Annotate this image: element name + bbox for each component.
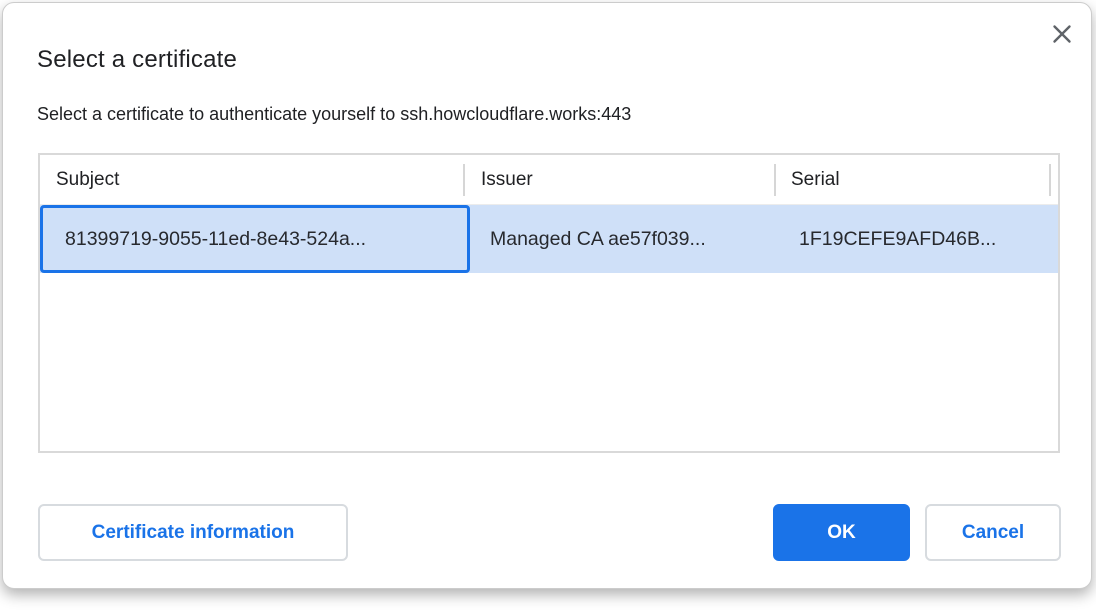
column-header-issuer: Issuer xyxy=(481,155,533,205)
select-certificate-dialog: Select a certificate Select a certificat… xyxy=(2,2,1092,589)
page-title: Select a certificate xyxy=(37,46,237,74)
column-divider xyxy=(1049,164,1051,196)
column-header-subject: Subject xyxy=(56,155,119,205)
column-header-serial: Serial xyxy=(791,155,840,205)
certificate-row-selected[interactable]: 81399719-9055-11ed-8e43-524a... Managed … xyxy=(40,205,1058,273)
certificate-information-button[interactable]: Certificate information xyxy=(38,504,348,561)
column-divider xyxy=(463,164,465,196)
column-divider xyxy=(774,164,776,196)
cell-serial: 1F19CEFE9AFD46B... xyxy=(799,205,996,273)
cell-subject: 81399719-9055-11ed-8e43-524a... xyxy=(65,205,366,273)
close-icon xyxy=(1051,23,1073,48)
close-button[interactable] xyxy=(1045,18,1079,52)
table-header-row: Subject Issuer Serial xyxy=(40,155,1058,205)
cell-issuer: Managed CA ae57f039... xyxy=(490,205,706,273)
dialog-subtitle: Select a certificate to authenticate you… xyxy=(37,104,631,125)
certificate-table: Subject Issuer Serial 81399719-9055-11ed… xyxy=(38,153,1060,453)
ok-button[interactable]: OK xyxy=(773,504,910,561)
cancel-button[interactable]: Cancel xyxy=(925,504,1061,561)
